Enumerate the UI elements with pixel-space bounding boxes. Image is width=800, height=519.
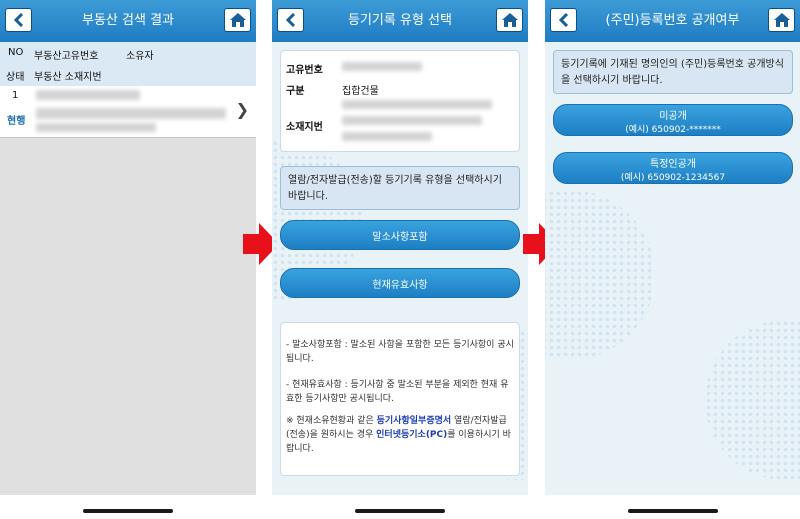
- home-icon: [229, 13, 246, 27]
- screen-search-results: 부동산 검색 결과 NO 부동산고유번호 소유자 상태 부동산 소재지번 1 현…: [0, 0, 256, 519]
- note-text: ※ 현재소유현황과 같은: [286, 416, 377, 426]
- header-status: 상태: [6, 72, 25, 83]
- top-bar: 부동산 검색 결과: [0, 0, 256, 42]
- screen-id-disclosure: (주민)등록번호 공개여부 등기기록에 기재된 명의인의 (주민)등록번호 공개…: [545, 0, 800, 519]
- current-valid-label: 현재유효사항: [372, 280, 428, 291]
- note-highlight: 인터넷등기소(PC): [376, 430, 448, 440]
- id-label: 고유번호: [286, 65, 323, 76]
- chevron-left-icon: [13, 13, 23, 27]
- back-button[interactable]: [5, 8, 32, 32]
- note-highlight: 등기사항일부증명서: [376, 416, 452, 426]
- note-include-cancelled: - 말소사항포함 : 말소된 사항을 포함한 모든 등기사항이 공시됩니다.: [286, 340, 514, 364]
- include-cancelled-button[interactable]: 말소사항포함: [280, 220, 520, 250]
- address-label: 소재지번: [286, 122, 323, 133]
- bottom-strip: [272, 495, 528, 519]
- page-title: 등기기록 유형 선택: [348, 13, 452, 28]
- option-specific-person-label: 특정인공개: [650, 159, 696, 170]
- screen-record-type: 등기기록 유형 선택 고유번호 구분 집합건물 소재지번 열람/전자발급(전송)…: [272, 0, 528, 519]
- type-value: 집합건물: [342, 86, 379, 97]
- page-title: 부동산 검색 결과: [82, 13, 174, 28]
- blurred-address-2: [342, 116, 482, 125]
- home-indicator: [627, 509, 718, 513]
- result-no: 1: [12, 90, 19, 101]
- home-button[interactable]: [224, 8, 251, 32]
- note-internet-registry: ※ 현재소유현황과 같은 등기사항일부증명서 열람/전자발급(전송)을 원하시는…: [286, 414, 514, 456]
- back-button[interactable]: [550, 8, 577, 32]
- back-button[interactable]: [277, 8, 304, 32]
- blurred-id: [342, 62, 422, 71]
- chevron-left-icon: [285, 13, 295, 27]
- bottom-strip: [545, 495, 800, 519]
- current-valid-button[interactable]: 현재유효사항: [280, 268, 520, 298]
- header-address: 부동산 소재지번: [34, 72, 102, 83]
- home-icon: [501, 13, 518, 27]
- blurred-address-3: [342, 132, 432, 141]
- blurred-id: [36, 90, 140, 100]
- bottom-strip: [0, 495, 256, 519]
- blurred-address-2: [36, 123, 156, 132]
- home-button[interactable]: [768, 8, 795, 32]
- top-bar: 등기기록 유형 선택: [272, 0, 528, 42]
- instruction-box: 열람/전자발급(전송)할 등기기록 유형을 선택하시기 바랍니다.: [280, 166, 520, 210]
- chevron-right-icon[interactable]: ❯: [236, 100, 249, 119]
- background-pattern: [545, 190, 655, 360]
- option-specific-person-button[interactable]: 특정인공개 (예시) 650902-1234567: [553, 152, 793, 184]
- note-current-valid: - 현재유효사항 : 등기사항 중 말소된 부분을 제외한 현재 유효한 등기사…: [286, 380, 509, 404]
- results-header: NO 부동산고유번호 소유자 상태 부동산 소재지번: [0, 42, 256, 86]
- chevron-left-icon: [558, 13, 568, 27]
- option-undisclosed-label: 미공개: [659, 111, 687, 122]
- header-no: NO: [8, 47, 24, 58]
- home-indicator: [83, 509, 173, 513]
- result-status: 현행: [7, 116, 26, 127]
- instruction-box: 등기기록에 기재된 명의인의 (주민)등록번호 공개방식을 선택하시기 바랍니다…: [553, 50, 793, 94]
- option-specific-person-example: (예시) 650902-1234567: [620, 173, 726, 183]
- option-undisclosed-example: (예시) 650902-*******: [625, 125, 721, 135]
- header-owner: 소유자: [126, 51, 154, 62]
- header-id: 부동산고유번호: [34, 51, 99, 62]
- include-cancelled-label: 말소사항포함: [372, 232, 428, 243]
- home-indicator: [355, 509, 445, 513]
- type-label: 구분: [286, 86, 305, 97]
- home-icon: [773, 13, 790, 27]
- home-button[interactable]: [496, 8, 523, 32]
- blurred-address: [342, 100, 492, 109]
- blurred-address: [36, 108, 226, 119]
- top-bar: (주민)등록번호 공개여부: [545, 0, 800, 42]
- background-pattern: [705, 320, 800, 480]
- page-title: (주민)등록번호 공개여부: [605, 13, 740, 28]
- option-undisclosed-button[interactable]: 미공개 (예시) 650902-*******: [553, 104, 793, 136]
